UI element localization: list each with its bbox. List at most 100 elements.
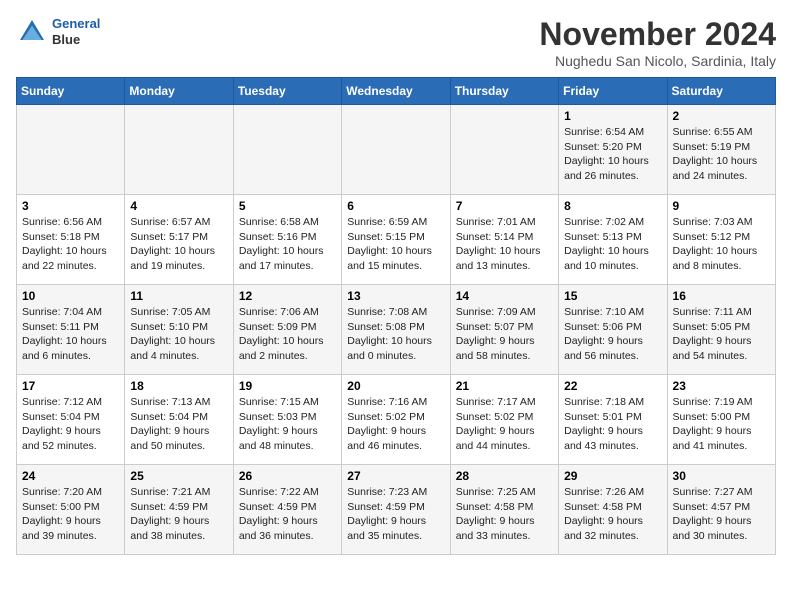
week-row-4: 17 Sunrise: 7:12 AM Sunset: 5:04 PM Dayli… (17, 375, 776, 465)
day-number: 17 (22, 379, 119, 393)
month-title: November 2024 (539, 16, 776, 53)
calendar-cell: 21Sunrise: 7:17 AM Sunset: 5:02 PM Dayli… (450, 375, 558, 465)
weekday-header-row: SundayMondayTuesdayWednesdayThursdayFrid… (17, 78, 776, 105)
day-number: 12 (239, 289, 336, 303)
day-number: 5 (239, 199, 336, 213)
day-number: 6 (347, 199, 444, 213)
calendar-cell: 29 Sunrise: 7:26 AM Sunset: 4:58 PM Dayli… (559, 465, 667, 555)
day-number: 28 (456, 469, 553, 483)
day-number: 14 (456, 289, 553, 303)
calendar-cell: 17 Sunrise: 7:12 AM Sunset: 5:04 PM Dayli… (17, 375, 125, 465)
day-number: 22 (564, 379, 661, 393)
calendar-cell: 13Sunrise: 7:08 AM Sunset: 5:08 PM Dayli… (342, 285, 450, 375)
day-number: 25 (130, 469, 227, 483)
day-info: Sunrise: 7:16 AM Sunset: 5:02 PM Dayligh… (347, 395, 444, 454)
day-number: 1 (564, 109, 661, 123)
day-info: Sunrise: 7:26 AM Sunset: 4:58 PM Dayligh… (564, 485, 661, 544)
day-info: Sunrise: 7:20 AM Sunset: 5:00 PM Dayligh… (22, 485, 119, 544)
calendar-cell: 9Sunrise: 7:03 AM Sunset: 5:12 PM Daylig… (667, 195, 775, 285)
logo-icon (16, 16, 48, 48)
calendar-cell (233, 105, 341, 195)
calendar-cell: 18Sunrise: 7:13 AM Sunset: 5:04 PM Dayli… (125, 375, 233, 465)
calendar-cell: 12 Sunrise: 7:06 AM Sunset: 5:09 PM Dayli… (233, 285, 341, 375)
day-info: Sunrise: 7:12 AM Sunset: 5:04 PM Dayligh… (22, 395, 119, 454)
week-row-5: 24 Sunrise: 7:20 AM Sunset: 5:00 PM Dayli… (17, 465, 776, 555)
day-info: Sunrise: 7:15 AM Sunset: 5:03 PM Dayligh… (239, 395, 336, 454)
day-info: Sunrise: 7:10 AM Sunset: 5:06 PM Dayligh… (564, 305, 661, 364)
day-info: Sunrise: 7:06 AM Sunset: 5:09 PM Dayligh… (239, 305, 336, 364)
week-row-2: 3 Sunrise: 6:56 AM Sunset: 5:18 PM Daylig… (17, 195, 776, 285)
day-info: Sunrise: 6:58 AM Sunset: 5:16 PM Dayligh… (239, 215, 336, 274)
calendar-cell: 6 Sunrise: 6:59 AM Sunset: 5:15 PM Daylig… (342, 195, 450, 285)
day-info: Sunrise: 7:03 AM Sunset: 5:12 PM Dayligh… (673, 215, 770, 274)
calendar-cell: 23 Sunrise: 7:19 AM Sunset: 5:00 PM Dayli… (667, 375, 775, 465)
title-block: November 2024 Nughedu San Nicolo, Sardin… (539, 16, 776, 69)
day-info: Sunrise: 7:21 AM Sunset: 4:59 PM Dayligh… (130, 485, 227, 544)
day-number: 2 (673, 109, 770, 123)
day-info: Sunrise: 7:17 AM Sunset: 5:02 PM Dayligh… (456, 395, 553, 454)
day-number: 30 (673, 469, 770, 483)
day-info: Sunrise: 7:08 AM Sunset: 5:08 PM Dayligh… (347, 305, 444, 364)
calendar-cell: 3 Sunrise: 6:56 AM Sunset: 5:18 PM Daylig… (17, 195, 125, 285)
day-info: Sunrise: 7:25 AM Sunset: 4:58 PM Dayligh… (456, 485, 553, 544)
logo-text: General Blue (52, 16, 100, 47)
day-number: 10 (22, 289, 119, 303)
day-info: Sunrise: 6:55 AM Sunset: 5:19 PM Dayligh… (673, 125, 770, 184)
weekday-header-sunday: Sunday (17, 78, 125, 105)
calendar-cell: 27 Sunrise: 7:23 AM Sunset: 4:59 PM Dayli… (342, 465, 450, 555)
day-number: 18 (130, 379, 227, 393)
calendar-cell: 20 Sunrise: 7:16 AM Sunset: 5:02 PM Dayli… (342, 375, 450, 465)
day-info: Sunrise: 7:23 AM Sunset: 4:59 PM Dayligh… (347, 485, 444, 544)
day-info: Sunrise: 7:09 AM Sunset: 5:07 PM Dayligh… (456, 305, 553, 364)
calendar-table: SundayMondayTuesdayWednesdayThursdayFrid… (16, 77, 776, 555)
calendar-cell: 14 Sunrise: 7:09 AM Sunset: 5:07 PM Dayli… (450, 285, 558, 375)
day-info: Sunrise: 6:57 AM Sunset: 5:17 PM Dayligh… (130, 215, 227, 274)
day-number: 23 (673, 379, 770, 393)
location: Nughedu San Nicolo, Sardinia, Italy (539, 53, 776, 69)
day-number: 29 (564, 469, 661, 483)
day-number: 19 (239, 379, 336, 393)
weekday-header-tuesday: Tuesday (233, 78, 341, 105)
calendar-cell: 19 Sunrise: 7:15 AM Sunset: 5:03 PM Dayli… (233, 375, 341, 465)
day-info: Sunrise: 7:02 AM Sunset: 5:13 PM Dayligh… (564, 215, 661, 274)
day-info: Sunrise: 7:19 AM Sunset: 5:00 PM Dayligh… (673, 395, 770, 454)
day-number: 3 (22, 199, 119, 213)
day-info: Sunrise: 6:59 AM Sunset: 5:15 PM Dayligh… (347, 215, 444, 274)
day-info: Sunrise: 6:56 AM Sunset: 5:18 PM Dayligh… (22, 215, 119, 274)
calendar-cell: 25 Sunrise: 7:21 AM Sunset: 4:59 PM Dayli… (125, 465, 233, 555)
day-info: Sunrise: 7:22 AM Sunset: 4:59 PM Dayligh… (239, 485, 336, 544)
page-header: General Blue November 2024 Nughedu San N… (16, 16, 776, 69)
calendar-cell: 28 Sunrise: 7:25 AM Sunset: 4:58 PM Dayli… (450, 465, 558, 555)
weekday-header-monday: Monday (125, 78, 233, 105)
calendar-cell: 5 Sunrise: 6:58 AM Sunset: 5:16 PM Daylig… (233, 195, 341, 285)
calendar-cell (17, 105, 125, 195)
calendar-cell: 15Sunrise: 7:10 AM Sunset: 5:06 PM Dayli… (559, 285, 667, 375)
day-info: Sunrise: 7:01 AM Sunset: 5:14 PM Dayligh… (456, 215, 553, 274)
calendar-cell: 11 Sunrise: 7:05 AM Sunset: 5:10 PM Dayli… (125, 285, 233, 375)
day-number: 4 (130, 199, 227, 213)
calendar-cell: 30 Sunrise: 7:27 AM Sunset: 4:57 PM Dayli… (667, 465, 775, 555)
calendar-cell: 24 Sunrise: 7:20 AM Sunset: 5:00 PM Dayli… (17, 465, 125, 555)
day-number: 24 (22, 469, 119, 483)
day-number: 11 (130, 289, 227, 303)
calendar-cell: 1 Sunrise: 6:54 AM Sunset: 5:20 PM Daylig… (559, 105, 667, 195)
week-row-1: 1 Sunrise: 6:54 AM Sunset: 5:20 PM Daylig… (17, 105, 776, 195)
day-number: 7 (456, 199, 553, 213)
calendar-cell: 8Sunrise: 7:02 AM Sunset: 5:13 PM Daylig… (559, 195, 667, 285)
day-number: 27 (347, 469, 444, 483)
day-info: Sunrise: 7:27 AM Sunset: 4:57 PM Dayligh… (673, 485, 770, 544)
calendar-cell: 7 Sunrise: 7:01 AM Sunset: 5:14 PM Daylig… (450, 195, 558, 285)
calendar-cell: 10Sunrise: 7:04 AM Sunset: 5:11 PM Dayli… (17, 285, 125, 375)
calendar-cell: 26 Sunrise: 7:22 AM Sunset: 4:59 PM Dayli… (233, 465, 341, 555)
calendar-cell: 2 Sunrise: 6:55 AM Sunset: 5:19 PM Daylig… (667, 105, 775, 195)
day-number: 26 (239, 469, 336, 483)
day-number: 20 (347, 379, 444, 393)
weekday-header-saturday: Saturday (667, 78, 775, 105)
day-info: Sunrise: 7:18 AM Sunset: 5:01 PM Dayligh… (564, 395, 661, 454)
weekday-header-friday: Friday (559, 78, 667, 105)
day-info: Sunrise: 6:54 AM Sunset: 5:20 PM Dayligh… (564, 125, 661, 184)
logo: General Blue (16, 16, 100, 48)
day-number: 16 (673, 289, 770, 303)
day-info: Sunrise: 7:05 AM Sunset: 5:10 PM Dayligh… (130, 305, 227, 364)
week-row-3: 10Sunrise: 7:04 AM Sunset: 5:11 PM Dayli… (17, 285, 776, 375)
